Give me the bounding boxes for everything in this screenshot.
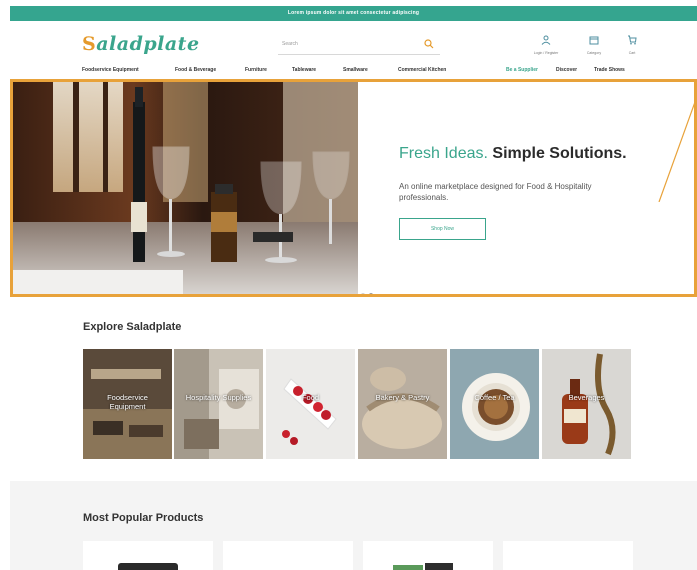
cart-icon xyxy=(614,35,650,48)
nav-item-smallware[interactable]: Smallware xyxy=(343,67,368,73)
popular-section: Most Popular Products xyxy=(10,481,697,570)
carousel-dot-2[interactable] xyxy=(369,293,373,294)
category-icon xyxy=(576,35,612,48)
category-button[interactable]: Category xyxy=(576,35,612,55)
decorative-line xyxy=(658,103,694,202)
tile-coffee-tea[interactable]: Coffee / Tea xyxy=(450,349,539,459)
tile-label: Coffee / Tea xyxy=(474,393,515,402)
tile-label: Foodservice Equipment xyxy=(107,393,148,411)
search-icon[interactable] xyxy=(424,39,436,51)
shop-now-button[interactable]: Shop Now xyxy=(399,218,486,240)
account-label: Login / Register xyxy=(533,51,559,55)
product-card[interactable] xyxy=(223,541,353,570)
tile-food[interactable]: Food xyxy=(266,349,355,459)
site-logo[interactable]: Saladplate xyxy=(82,33,200,55)
logo-text: aladplate xyxy=(96,33,200,55)
tile-label: Bakery & Pastry xyxy=(375,393,430,402)
carousel-dots xyxy=(361,284,377,294)
cart-label: Cart xyxy=(628,51,636,55)
hero-image xyxy=(13,82,358,294)
cart-button[interactable]: Cart xyxy=(614,35,650,55)
tile-label: Hospitality Supplies xyxy=(185,393,252,402)
user-icon xyxy=(528,35,564,48)
product-card[interactable] xyxy=(83,541,213,570)
tile-hospitality-supplies[interactable]: Hospitality Supplies xyxy=(174,349,263,459)
account-button[interactable]: Login / Register xyxy=(528,35,564,55)
hero-title-accent: Fresh Ideas. xyxy=(399,145,488,162)
hero-title-main: Simple Solutions. xyxy=(492,145,627,162)
nav-item-tableware[interactable]: Tableware xyxy=(292,67,316,73)
nav-item-furniture[interactable]: Furniture xyxy=(245,67,267,73)
nav-item-be-a-supplier[interactable]: Be a Supplier xyxy=(506,67,538,73)
hero-banner: Fresh Ideas. Simple Solutions. An online… xyxy=(10,79,697,297)
tile-beverages[interactable]: Beverages xyxy=(542,349,631,459)
site-header: Saladplate Search Login / Register Categ… xyxy=(10,21,697,63)
nav-item-discover[interactable]: Discover xyxy=(556,67,577,73)
nav-item-commercial-kitchen[interactable]: Commercial Kitchen xyxy=(398,67,446,73)
nav-item-trade-shows[interactable]: Trade Shows xyxy=(594,67,625,73)
hero-subtitle: An online marketplace designed for Food … xyxy=(399,182,592,202)
explore-title: Explore Saladplate xyxy=(83,321,182,333)
tile-label: Food xyxy=(301,393,320,402)
nav-item-food-beverage[interactable]: Food & Beverage xyxy=(175,67,216,73)
product-card[interactable] xyxy=(503,541,633,570)
search-input[interactable]: Search xyxy=(282,41,298,47)
nav-item-foodservice-equipment[interactable]: Foodservice Equipment xyxy=(82,67,139,73)
product-card[interactable] xyxy=(363,541,493,570)
tile-foodservice-equipment[interactable]: Foodservice Equipment xyxy=(83,349,172,459)
search-bar[interactable]: Search xyxy=(278,37,440,55)
hero-title: Fresh Ideas. Simple Solutions. xyxy=(399,145,627,163)
tile-label: Beverages xyxy=(568,393,605,402)
category-label: Category xyxy=(586,51,602,55)
announcement-bar: Lorem ipsum dolor sit amet consectetur a… xyxy=(10,6,697,21)
main-nav: Foodservice Equipment Food & Beverage Fu… xyxy=(10,63,697,79)
page: Lorem ipsum dolor sit amet consectetur a… xyxy=(10,6,697,570)
logo-mark: S xyxy=(82,33,97,55)
tile-bakery-pastry[interactable]: Bakery & Pastry xyxy=(358,349,447,459)
carousel-dot-1[interactable] xyxy=(361,293,365,294)
popular-title: Most Popular Products xyxy=(83,512,204,524)
